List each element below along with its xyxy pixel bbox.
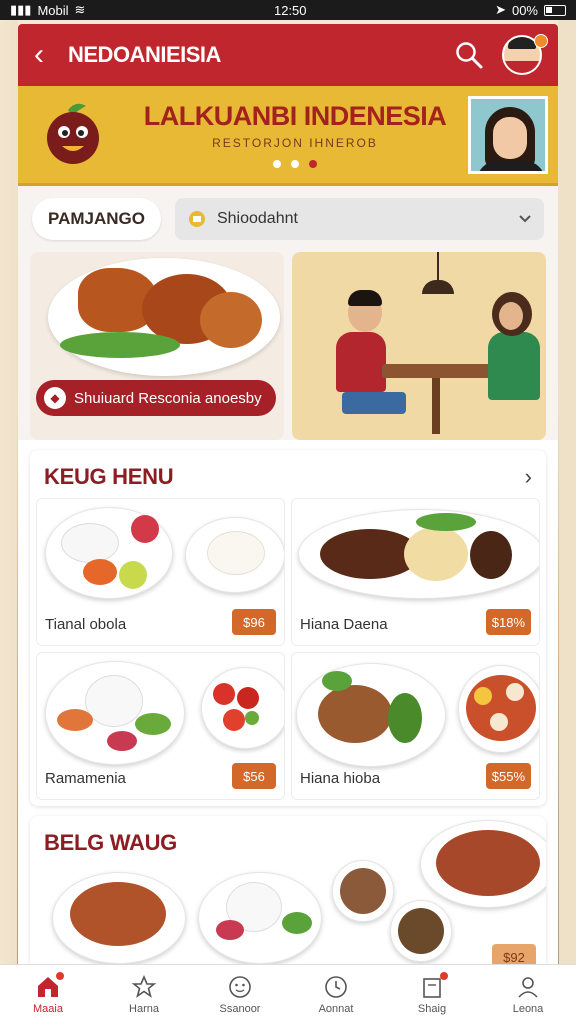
nav-label: Maaia	[33, 1003, 63, 1015]
mascot-logo-icon	[47, 103, 99, 164]
nav-badge	[56, 972, 64, 980]
carousel-dot-active[interactable]	[309, 160, 317, 168]
dish-name: Tianal obola	[45, 616, 127, 633]
nav-label: Ssanoor	[219, 1003, 261, 1015]
chevron-down-icon	[519, 215, 531, 223]
clock: 12:50	[273, 2, 307, 18]
location-select[interactable]: Shioodahnt	[174, 198, 544, 240]
menu-section-title: KEUG HENU	[44, 464, 174, 489]
brand-title: LALKUANBI INDENESIA	[143, 101, 447, 131]
notification-badge	[534, 34, 548, 48]
hero-cta-label: Shuiuard Resconia anoesby	[74, 389, 262, 407]
hero-cta-button[interactable]: ◆ Shuiuard Resconia anoesby	[36, 380, 276, 416]
search-icon[interactable]	[454, 40, 484, 70]
nav-item-orders[interactable]: Shaig	[392, 972, 472, 1015]
price-badge: $55%	[485, 763, 531, 789]
bottom-nav: Maaia Harna Ssanoor Aonnat Shaig Leona	[0, 964, 576, 1024]
nav-label: Harna	[129, 1003, 159, 1015]
chat-icon: ◆	[44, 387, 66, 409]
dish-name: Ramamenia	[45, 770, 126, 787]
clock-icon	[325, 976, 347, 998]
store-icon	[188, 211, 205, 227]
nav-label: Leona	[512, 1003, 544, 1015]
chevron-right-icon[interactable]: ›	[525, 464, 532, 490]
nav-label: Aonnat	[318, 1003, 354, 1015]
page-title: NEDOANIEISIA	[68, 42, 221, 67]
host-photo	[468, 95, 548, 174]
signal-icon: ▮▮▮	[10, 2, 32, 17]
hero-food-card[interactable]: ◆ Shuiuard Resconia anoesby	[30, 252, 284, 440]
nav-label: Shaig	[417, 1003, 447, 1015]
dish-name: Hiana Daena	[300, 616, 388, 633]
brand-tagline: RESTORJON IHNEROB	[212, 136, 378, 150]
hero-row: ◆ Shuiuard Resconia anoesby	[18, 252, 558, 440]
menu-item-card[interactable]: Hiana hioba $55%	[291, 652, 540, 800]
menu-item-card[interactable]: Ramamenia $56	[36, 652, 285, 800]
featured-section: BELG WAUG $92	[30, 816, 546, 976]
carousel-dot[interactable]	[273, 160, 281, 168]
select-value: Shioodahnt	[216, 210, 298, 227]
wifi-icon: ≋	[74, 2, 86, 17]
nav-item-profile[interactable]: Leona	[488, 974, 568, 1015]
chevron-left-icon[interactable]: ‹	[34, 40, 68, 70]
nav-item-home[interactable]: Maaia	[8, 972, 88, 1015]
nav-item-favorites[interactable]: Harna	[104, 974, 184, 1015]
filter-row: PAMJANGO Shioodahnt	[18, 186, 558, 252]
app-window: ‹ NEDOANIEISIA LALKUANBI INDENESIA RESTO…	[18, 24, 558, 1024]
nav-item-scan[interactable]: Ssanoor	[200, 974, 280, 1015]
category-pill[interactable]: PAMJANGO	[32, 198, 161, 240]
carousel-dots	[122, 160, 468, 168]
carousel-dot[interactable]	[291, 160, 299, 168]
promo-banner[interactable]: LALKUANBI INDENESIA RESTORJON IHNEROB	[18, 86, 558, 186]
price-badge: $96	[232, 609, 276, 635]
hero-dining-card[interactable]	[292, 252, 546, 440]
menu-item-card[interactable]: Tianal obola $96	[36, 498, 285, 646]
nav-badge	[440, 972, 448, 980]
battery-percent: 00%	[511, 2, 538, 18]
menu-section: KEUG HENU › Tianal obola $96 Hiana Daena…	[30, 450, 546, 806]
star-icon	[131, 974, 157, 998]
dish-name: Hiana hioba	[300, 770, 381, 787]
location-icon: ➤	[495, 2, 506, 17]
featured-section-title: BELG WAUG	[44, 830, 177, 855]
carrier: Mobil	[37, 2, 69, 18]
menu-item-card[interactable]: Hiana Daena $18%	[291, 498, 540, 646]
price-badge: $56	[232, 763, 276, 789]
status-bar: ▮▮▮ Mobil ≋ 12:50 ➤ 00%	[0, 0, 576, 20]
battery-icon	[544, 4, 566, 16]
nav-item-history[interactable]: Aonnat	[296, 974, 376, 1015]
user-icon	[518, 977, 538, 998]
price-badge: $18%	[485, 609, 531, 635]
face-icon	[229, 976, 251, 998]
app-header: ‹ NEDOANIEISIA	[18, 24, 558, 86]
